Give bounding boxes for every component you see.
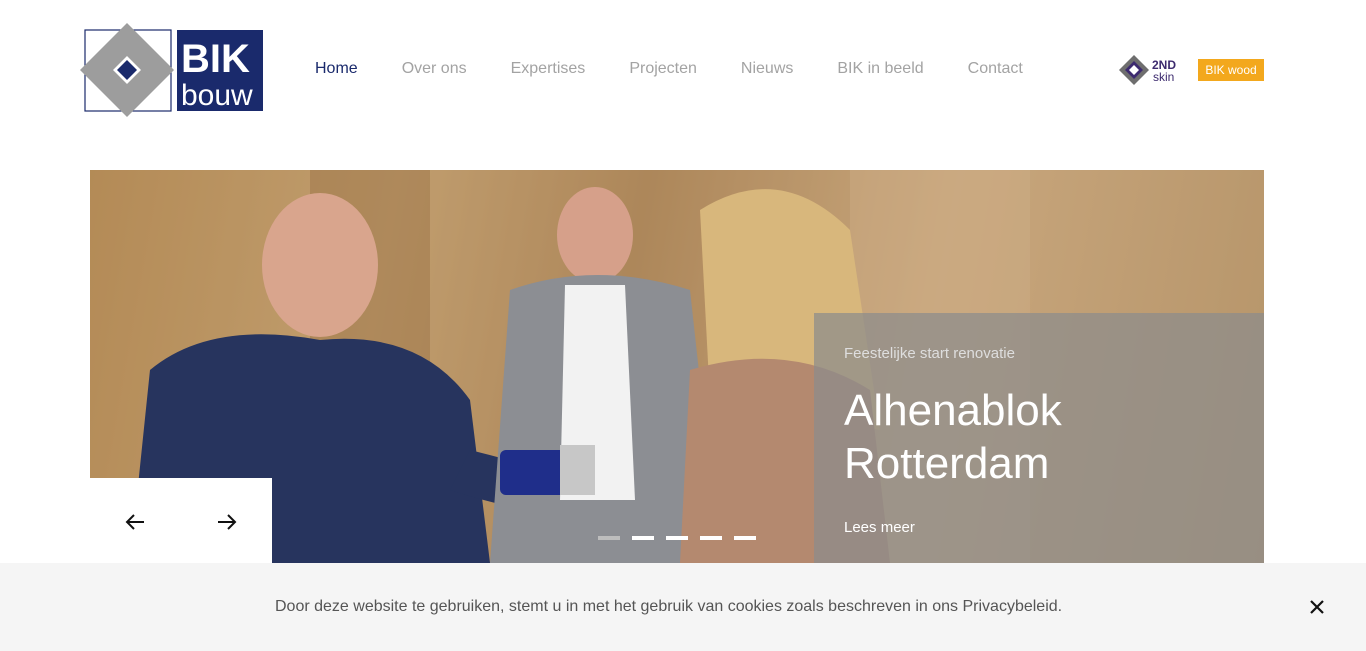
slider-arrows [90,478,272,563]
nav-expertises[interactable]: Expertises [511,60,586,78]
nav-bik-in-beeld[interactable]: BIK in beeld [837,60,923,78]
nav-over-ons[interactable]: Over ons [402,60,467,78]
slide-kicker: Feestelijke start renovatie [844,345,1015,362]
close-icon[interactable] [1307,597,1327,617]
cookie-message: Door deze website te gebruiken, stemt u … [275,598,1063,615]
slide-dot[interactable] [666,536,688,540]
main-nav: Home Over ons Expertises Projecten Nieuw… [315,60,1023,78]
nav-projecten[interactable]: Projecten [629,60,697,78]
slide-dot[interactable] [734,536,756,540]
second-skin-logo[interactable]: 2ND skin [1119,55,1189,87]
bik-bouw-logo[interactable]: BIK bouw [80,22,266,118]
slide-dot[interactable] [598,536,620,540]
svg-text:skin: skin [1153,70,1174,84]
slide-dot[interactable] [700,536,722,540]
arrow-left-icon[interactable] [124,510,148,534]
arrow-right-icon[interactable] [214,510,238,534]
slide-dot[interactable] [632,536,654,540]
nav-contact[interactable]: Contact [968,60,1023,78]
svg-text:BIK: BIK [181,37,250,81]
bik-wood-logo[interactable]: BIK wood [1198,59,1264,81]
slide-title: Alhenablok Rotterdam [844,386,1062,488]
svg-text:bouw: bouw [181,79,253,112]
nav-home[interactable]: Home [315,60,358,78]
cookie-banner: Door deze website te gebruiken, stemt u … [0,563,1366,651]
slider-dots [598,536,756,540]
nav-nieuws[interactable]: Nieuws [741,60,793,78]
read-more-link[interactable]: Lees meer [844,519,915,536]
slide-caption: Feestelijke start renovatie Alhenablok R… [814,313,1264,563]
